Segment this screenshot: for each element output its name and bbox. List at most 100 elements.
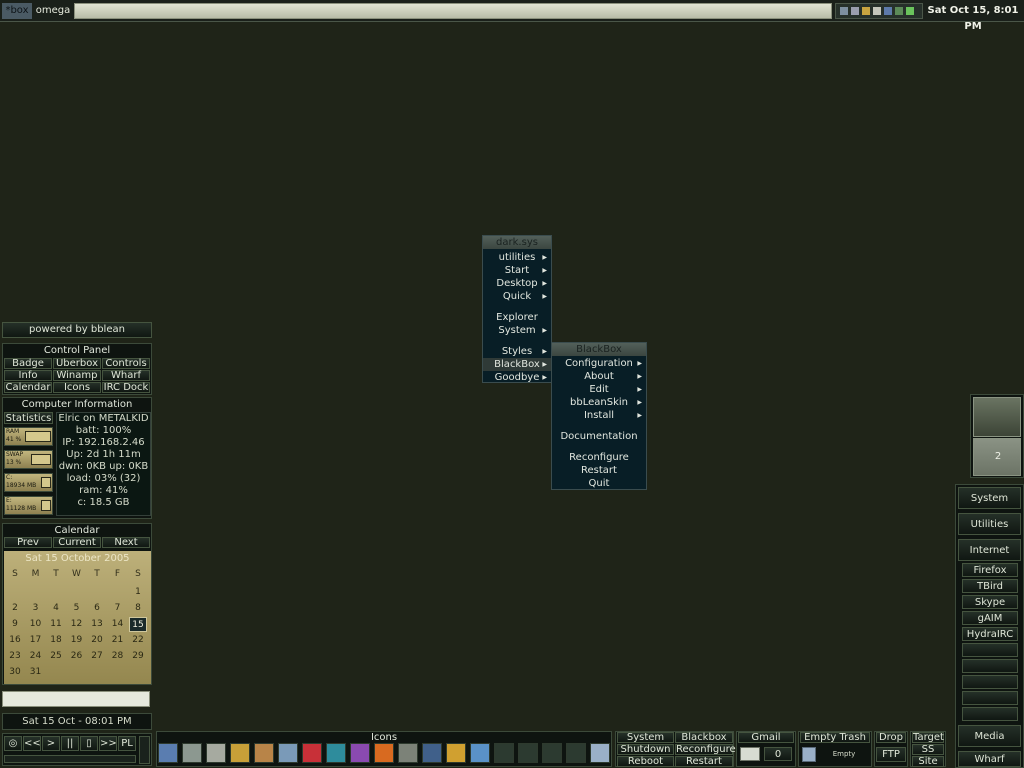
disc-icon[interactable] [590, 743, 610, 763]
notes-icon[interactable] [278, 743, 298, 763]
media-playlist-button[interactable]: PL [118, 736, 136, 751]
gmail-button[interactable]: Gmail [738, 732, 794, 743]
calendar-day[interactable]: 29 [129, 649, 147, 664]
calendar-day[interactable]: 19 [68, 633, 86, 648]
empty-launcher-slot[interactable] [962, 659, 1018, 673]
mail-envelope-icon[interactable] [740, 747, 760, 761]
info-button[interactable]: Info [4, 370, 52, 381]
next-month-button[interactable]: Next [102, 537, 150, 548]
volume-slider[interactable] [139, 736, 150, 764]
empty-trash-button[interactable]: Empty Trash [800, 732, 870, 743]
browser-icon[interactable] [446, 743, 466, 763]
cube-icon[interactable] [494, 743, 514, 763]
hydrairc-launcher[interactable]: HydraIRC [962, 627, 1018, 641]
tray-network-icon[interactable] [840, 7, 848, 15]
window-icon[interactable] [326, 743, 346, 763]
wharf-button[interactable]: Wharf [102, 370, 150, 381]
reconfigure-button[interactable]: Reconfigure [675, 744, 736, 755]
calendar-button[interactable]: Calendar [4, 382, 52, 393]
empty-launcher-slot[interactable] [962, 675, 1018, 689]
terminal-icon[interactable] [422, 743, 442, 763]
tray-key-icon[interactable] [873, 7, 881, 15]
media-stop-button[interactable]: ▯ [80, 736, 98, 751]
drive-icon[interactable] [182, 743, 202, 763]
start-button[interactable]: *box [2, 3, 32, 19]
menu-item-goodbye[interactable]: Goodbye ▶ [483, 371, 551, 384]
task-area[interactable] [74, 3, 832, 19]
restart-button[interactable]: Restart [675, 756, 733, 767]
calendar-day[interactable]: 27 [88, 649, 106, 664]
empty-launcher-slot[interactable] [962, 643, 1018, 657]
workspace-2-preview[interactable]: 2 [973, 438, 1021, 476]
menu-item-start[interactable]: Start ▶ [483, 264, 551, 277]
calendar-day[interactable]: 5 [68, 601, 86, 616]
calendar-day[interactable]: 25 [47, 649, 65, 664]
current-month-button[interactable]: Current [53, 537, 101, 548]
menu-item-styles[interactable]: Styles ▶ [483, 345, 551, 358]
right-media-button[interactable]: Media [958, 725, 1021, 747]
shutdown-button[interactable]: Shutdown [617, 744, 674, 755]
firefox-launcher[interactable]: Firefox [962, 563, 1018, 577]
seek-bar[interactable] [4, 755, 136, 763]
menu-item-about[interactable]: About ▶ [552, 370, 646, 383]
menu-item-reconfigure[interactable]: Reconfigure [552, 451, 646, 464]
media-player-icon[interactable] [374, 743, 394, 763]
tray-running-icon[interactable] [862, 7, 870, 15]
calendar-day[interactable]: 4 [47, 601, 65, 616]
folder-icon[interactable] [254, 743, 274, 763]
calendar-day[interactable]: 8 [129, 601, 147, 616]
calendar-day[interactable]: 11 [47, 617, 65, 632]
icons-button[interactable]: Icons [53, 382, 101, 393]
right-wharf-button[interactable]: Wharf [958, 751, 1021, 767]
irc-dock-button[interactable]: IRC Dock [102, 382, 150, 393]
calendar-day[interactable]: 28 [109, 649, 127, 664]
workspace-label[interactable]: omega [34, 3, 72, 19]
controls-button[interactable]: Controls [102, 358, 150, 369]
gaim-launcher[interactable]: gAIM [962, 611, 1018, 625]
calendar-day[interactable]: 3 [27, 601, 45, 616]
reboot-button[interactable]: Reboot [617, 756, 674, 767]
menu-item-configuration[interactable]: Configuration ▶ [552, 357, 646, 370]
paint-icon[interactable] [470, 743, 490, 763]
menu-item-documentation[interactable]: Documentation [552, 430, 646, 443]
empty-launcher-slot[interactable] [962, 707, 1018, 721]
target-button[interactable]: Target [912, 732, 944, 743]
blackbox-button[interactable]: Blackbox [675, 732, 733, 743]
drop-button[interactable]: Drop [876, 732, 906, 743]
menu-item-blackbox[interactable]: BlackBox ▶ [483, 358, 551, 371]
calendar-day[interactable]: 24 [27, 649, 45, 664]
calendar-day[interactable]: 12 [68, 617, 86, 632]
uberbox-button[interactable]: Uberbox [53, 358, 101, 369]
media-pause-button[interactable]: || [61, 736, 79, 751]
calendar-day[interactable]: 21 [109, 633, 127, 648]
photo-icon[interactable] [350, 743, 370, 763]
tool-icon[interactable] [230, 743, 250, 763]
calendar-day[interactable]: 20 [88, 633, 106, 648]
badge-button[interactable]: Badge [4, 358, 52, 369]
ss-button[interactable]: SS [912, 744, 944, 755]
computer-icon[interactable] [158, 743, 178, 763]
right-system-button[interactable]: System [958, 487, 1021, 509]
cube-icon[interactable] [518, 743, 538, 763]
skype-launcher[interactable]: Skype [962, 595, 1018, 609]
menu-item-restart[interactable]: Restart [552, 464, 646, 477]
calendar-day[interactable]: 22 [129, 633, 147, 648]
thunderbird-launcher[interactable]: TBird [962, 579, 1018, 593]
system-button[interactable]: System [617, 732, 674, 743]
winamp-button[interactable]: Winamp [53, 370, 101, 381]
workspace-1-preview[interactable] [973, 397, 1021, 437]
editor-icon[interactable] [398, 743, 418, 763]
calendar-day[interactable]: 23 [6, 649, 24, 664]
tray-monitor-icon[interactable] [884, 7, 892, 15]
tray-chart-icon[interactable] [895, 7, 903, 15]
media-eject-button[interactable]: ◎ [4, 736, 22, 751]
site-button[interactable]: Site [912, 756, 944, 767]
menu-item-quick[interactable]: Quick ▶ [483, 290, 551, 303]
calendar-day[interactable]: 18 [47, 633, 65, 648]
media-prev-button[interactable]: << [23, 736, 41, 751]
menu-item-quit[interactable]: Quit [552, 477, 646, 490]
trash-can-icon[interactable] [802, 747, 816, 762]
statistics-button[interactable]: Statistics [4, 412, 53, 424]
right-utilities-button[interactable]: Utilities [958, 513, 1021, 535]
prev-month-button[interactable]: Prev [4, 537, 52, 548]
